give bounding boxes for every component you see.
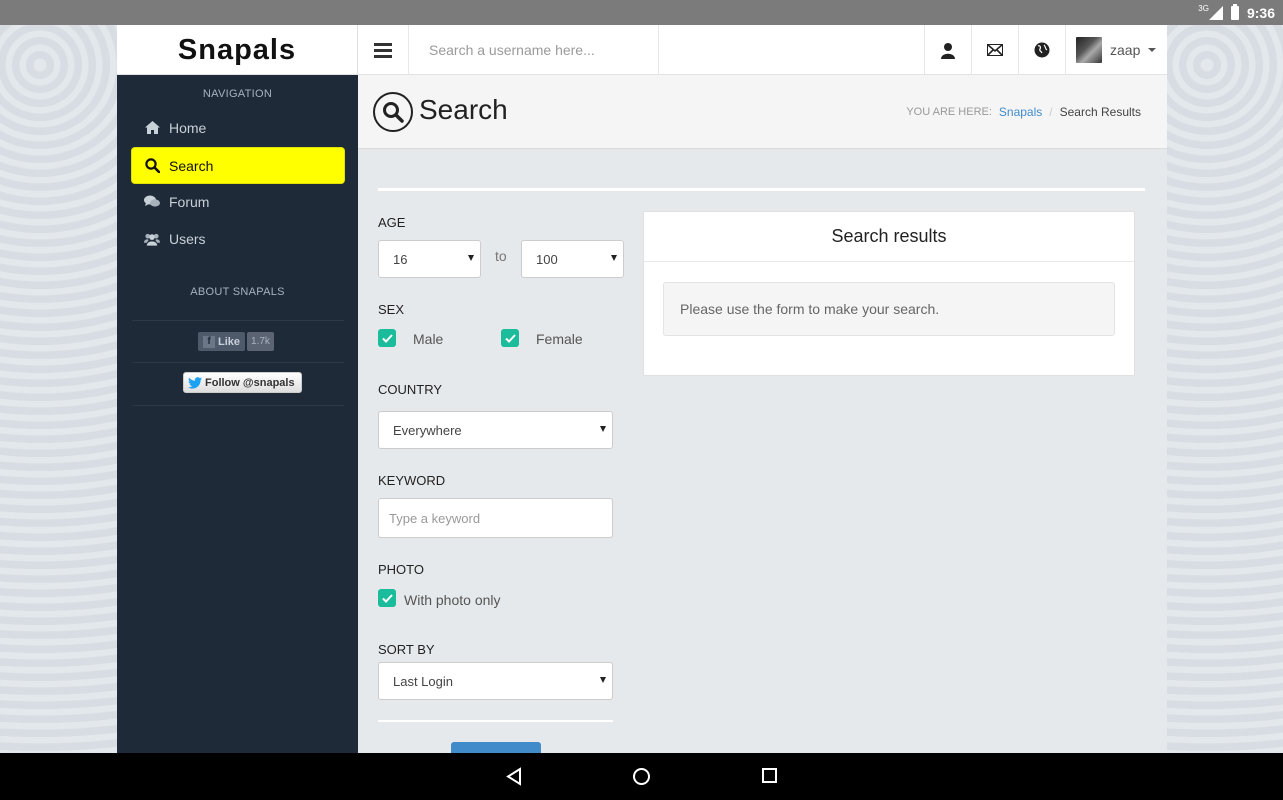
age-to-select[interactable]: 100 (521, 240, 624, 278)
comments-icon (144, 195, 160, 208)
username-label: zaap (1110, 42, 1141, 58)
network-type-label: 3G (1198, 4, 1209, 13)
sidebar-item-home[interactable]: Home (132, 110, 344, 145)
breadcrumb-current: Search Results (1059, 105, 1141, 119)
sortby-select[interactable]: Last Login (378, 662, 613, 700)
battery-icon (1230, 3, 1239, 20)
breadcrumb: YOU ARE HERE: Snapals / Search Results (906, 105, 1141, 119)
facebook-like-button[interactable]: f Like 1.7k (198, 332, 274, 351)
twitter-bird-icon (188, 376, 202, 389)
page-title: Search (419, 94, 508, 125)
facebook-like-count: 1.7k (247, 332, 274, 351)
search-icon (144, 158, 160, 173)
breadcrumb-separator: / (1049, 105, 1053, 119)
sidebar-item-label: Users (169, 230, 206, 247)
globe-icon (1034, 42, 1050, 58)
sidebar-item-search[interactable]: Search (132, 148, 344, 183)
back-icon[interactable] (505, 767, 523, 786)
navigation-heading: NAVIGATION (202, 88, 273, 100)
search-results-title: Search results (644, 212, 1134, 262)
search-results-message: Please use the form to make your search. (663, 282, 1115, 336)
avatar (1076, 37, 1102, 63)
sidebar-item-label: Home (169, 119, 207, 136)
dropdown-arrow-icon (611, 255, 617, 261)
top-navbar: Snapals zaap (117, 25, 1167, 75)
sortby-value: Last Login (393, 673, 453, 689)
chevron-down-icon (1148, 48, 1157, 52)
main-content: Search YOU ARE HERE: Snapals / Search Re… (358, 75, 1167, 753)
country-value: Everywhere (393, 422, 462, 438)
search-submit-button[interactable] (451, 742, 541, 753)
topbar-spacer (659, 25, 925, 74)
sex-male-label: Male (413, 331, 444, 347)
dropdown-arrow-icon (600, 677, 606, 683)
photo-only-label: With photo only (404, 592, 501, 608)
sortby-label: SORT BY (378, 642, 435, 657)
user-icon (941, 42, 955, 59)
menu-toggle-button[interactable] (358, 25, 409, 75)
signal-icon (1208, 5, 1223, 20)
breadcrumb-link-home[interactable]: Snapals (999, 105, 1042, 119)
android-nav-bar (0, 753, 1283, 800)
status-time: 9:36 (1246, 4, 1275, 21)
recent-apps-icon[interactable] (761, 767, 778, 784)
keyword-label: KEYWORD (378, 473, 446, 488)
sidebar-item-forum[interactable]: Forum (132, 184, 344, 219)
search-icon (373, 92, 413, 132)
country-select[interactable]: Everywhere (378, 411, 613, 449)
form-divider-bottom (378, 720, 613, 722)
username-search-box (409, 25, 659, 75)
age-from-select[interactable]: 16 (378, 240, 481, 278)
form-divider-top (378, 188, 1145, 191)
sidebar: NAVIGATION Home Search Forum Users ABOUT… (117, 75, 358, 753)
photo-label: PHOTO (378, 562, 424, 577)
sex-male-checkbox[interactable] (378, 329, 396, 347)
twitter-follow-label: Follow @snapals (205, 376, 295, 389)
age-to-text: to (495, 248, 507, 264)
home-icon (144, 121, 160, 134)
sex-label: SEX (378, 302, 405, 317)
keyword-field-wrapper (378, 498, 613, 538)
hamburger-icon (374, 43, 392, 58)
sidebar-divider (132, 405, 344, 406)
brand-logo[interactable]: Snapals (117, 25, 358, 75)
facebook-like-label: f Like (198, 332, 246, 351)
page-header: Search YOU ARE HERE: Snapals / Search Re… (358, 75, 1167, 149)
checkmark-icon (381, 333, 393, 343)
age-from-value: 16 (393, 251, 408, 267)
messages-button[interactable] (972, 25, 1019, 75)
about-heading: ABOUT SNAPALS (190, 286, 285, 298)
app-window: Snapals zaap NAVIGATION Home (117, 25, 1167, 753)
username-search-input[interactable] (409, 25, 658, 75)
age-label: AGE (378, 215, 406, 230)
envelope-icon (987, 44, 1003, 56)
sidebar-item-label: Forum (169, 193, 210, 210)
profile-button[interactable] (925, 25, 972, 75)
checkmark-icon (381, 593, 393, 603)
users-icon (144, 232, 160, 246)
checkmark-icon (504, 333, 516, 343)
keyword-input[interactable] (379, 499, 612, 537)
sidebar-divider (132, 362, 344, 363)
breadcrumb-label: YOU ARE HERE: (906, 106, 992, 118)
country-label: COUNTRY (378, 382, 443, 397)
search-results-panel: Search results Please use the form to ma… (643, 211, 1135, 376)
background-pattern-left (0, 25, 117, 753)
language-button[interactable] (1019, 25, 1066, 75)
background-pattern-right (1167, 25, 1283, 753)
android-status-bar: 3G 9:36 (0, 0, 1283, 25)
home-circle-icon[interactable] (632, 767, 651, 786)
twitter-follow-button[interactable]: Follow @snapals (183, 372, 302, 393)
sex-female-checkbox[interactable] (501, 329, 519, 347)
dropdown-arrow-icon (468, 255, 474, 261)
user-menu-dropdown[interactable]: zaap (1066, 25, 1167, 75)
dropdown-arrow-icon (600, 426, 606, 432)
sidebar-divider (132, 320, 344, 321)
facebook-icon: f (203, 335, 215, 348)
photo-only-checkbox[interactable] (378, 589, 396, 607)
age-to-value: 100 (536, 251, 558, 267)
sidebar-item-label: Search (169, 157, 214, 174)
sidebar-item-users[interactable]: Users (132, 221, 344, 256)
sex-female-label: Female (536, 331, 583, 347)
